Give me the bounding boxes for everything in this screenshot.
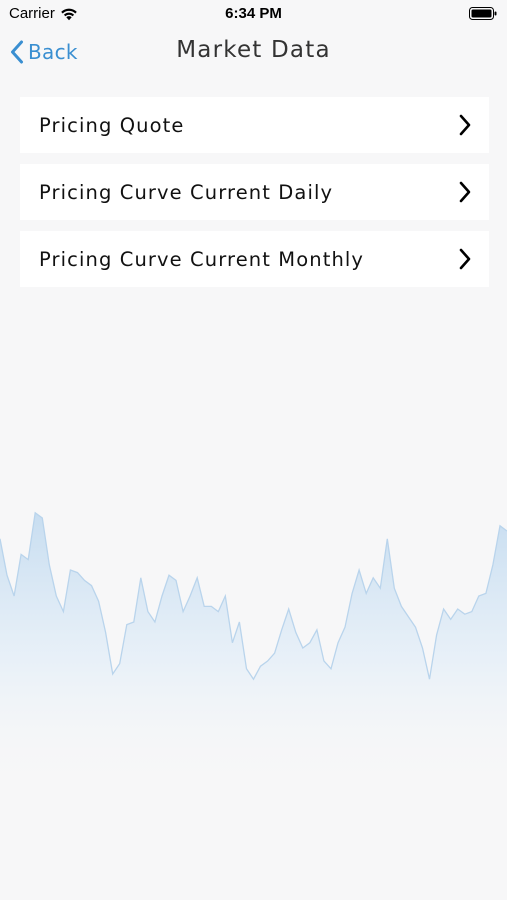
chevron-right-icon <box>459 248 471 270</box>
menu-item-label: Pricing Curve Current Daily <box>39 180 334 204</box>
battery-icon <box>469 7 497 20</box>
menu-item-pricing-curve-daily[interactable]: Pricing Curve Current Daily <box>20 164 489 220</box>
menu-item-label: Pricing Quote <box>39 113 185 137</box>
chevron-right-icon <box>459 181 471 203</box>
menu-item-pricing-quote[interactable]: Pricing Quote <box>20 97 489 153</box>
status-time: 6:34 PM <box>225 5 282 22</box>
chevron-right-icon <box>459 114 471 136</box>
page-title: Market Data <box>176 37 331 63</box>
background-chart-decoration <box>0 511 507 790</box>
background-chart-area <box>0 512 507 790</box>
status-bar: Carrier 6:34 PM <box>0 0 507 28</box>
menu-item-label: Pricing Curve Current Monthly <box>39 247 365 271</box>
menu-list: Pricing Quote Pricing Curve Current Dail… <box>20 97 489 298</box>
menu-item-pricing-curve-monthly[interactable]: Pricing Curve Current Monthly <box>20 231 489 287</box>
navigation-bar: Back Market Data <box>0 28 507 76</box>
